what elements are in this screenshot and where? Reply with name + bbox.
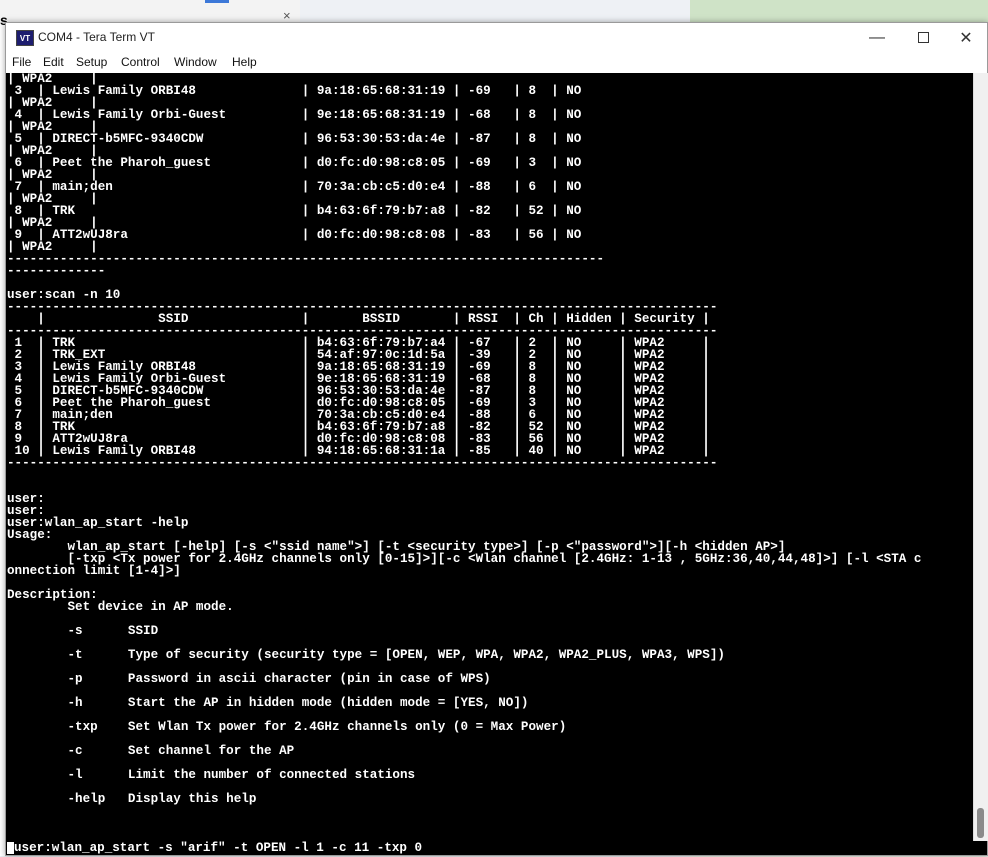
terminal-text: | WPA2 | 3 | Lewis Family ORBI48 | 9a:18… [6, 73, 973, 829]
terminal-line: onnection limit [1-4]>] [7, 564, 181, 578]
menu-control[interactable]: Control [121, 55, 160, 69]
maximize-icon [917, 32, 929, 43]
title-bar[interactable]: VT COM4 - Tera Term VT — ✕ [6, 23, 987, 52]
menu-window[interactable]: Window [174, 55, 217, 69]
terminal-line: -p Password in ascii character (pin in c… [67, 672, 491, 686]
terminal-line: Set device in AP mode. [67, 600, 234, 614]
menu-help[interactable]: Help [232, 55, 257, 69]
minimize-icon: — [869, 28, 885, 46]
terminal-line: -c Set channel for the AP [67, 744, 295, 758]
menu-file[interactable]: File [12, 55, 31, 69]
background-tab-indicator [205, 0, 229, 3]
menu-bar: File Edit Setup Control Window Help [6, 52, 987, 72]
close-button[interactable]: ✕ [943, 23, 988, 52]
maximize-button[interactable] [900, 23, 946, 52]
terminal-line: -s SSID [67, 624, 159, 638]
menu-edit[interactable]: Edit [43, 55, 64, 69]
terminal-line: -txp Set Wlan Tx power for 2.4GHz channe… [67, 720, 567, 734]
close-icon: ✕ [959, 29, 973, 47]
background-window-middle [300, 0, 690, 22]
vertical-scrollbar[interactable] [973, 73, 988, 841]
terminal-command-line[interactable]: user:wlan_ap_start -s "arif" -t OPEN -l … [6, 841, 987, 855]
terminal-line: ------------- [7, 264, 106, 278]
tera-term-window: VT COM4 - Tera Term VT — ✕ File Edit Set… [5, 22, 988, 856]
terminal-output[interactable]: | WPA2 | 3 | Lewis Family ORBI48 | 9a:18… [6, 73, 973, 841]
scrollbar-thumb[interactable] [977, 808, 984, 838]
current-command: user:wlan_ap_start -s "arif" -t OPEN -l … [14, 841, 423, 855]
tera-term-app-icon[interactable]: VT [16, 30, 34, 46]
terminal-line: -t Type of security (security type = [OP… [67, 648, 725, 662]
terminal-line: -help Display this help [67, 792, 257, 806]
terminal-line: -h Start the AP in hidden mode (hidden m… [67, 696, 529, 710]
background-window-left-titlebar [0, 0, 300, 23]
window-title: COM4 - Tera Term VT [38, 30, 155, 44]
background-close-icon[interactable]: × [283, 8, 291, 23]
menu-setup[interactable]: Setup [76, 55, 107, 69]
terminal-line: ----------------------------------------… [7, 456, 718, 470]
text-cursor [7, 841, 14, 854]
terminal-line: -l Limit the number of connected station… [67, 768, 416, 782]
minimize-button[interactable]: — [854, 23, 900, 52]
